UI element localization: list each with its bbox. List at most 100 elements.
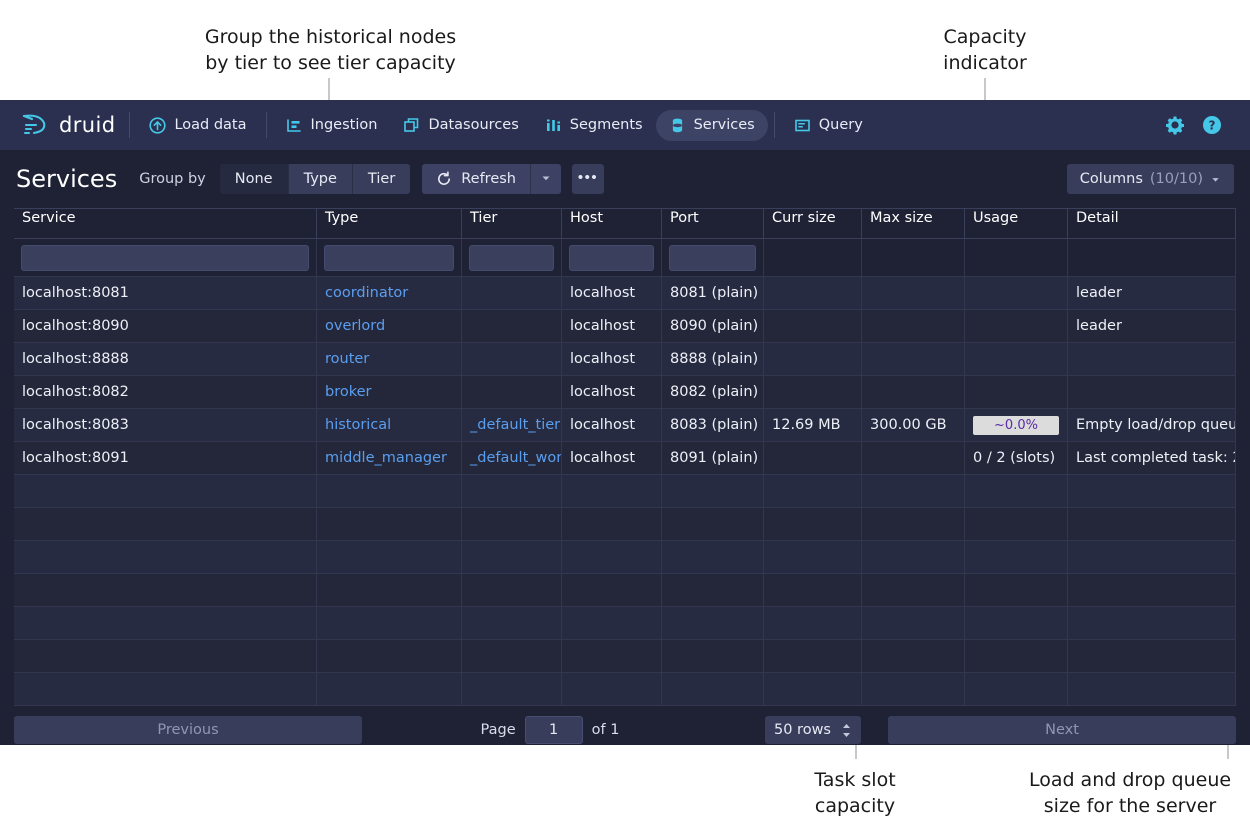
column-header-usage[interactable]: Usage — [965, 209, 1068, 239]
table-row[interactable]: localhost:8083historical_default_tierloc… — [14, 409, 1236, 442]
group-by-label: Group by — [139, 171, 206, 187]
refresh-button[interactable]: Refresh — [422, 164, 531, 194]
filter-input-type[interactable] — [324, 245, 454, 271]
more-options-button[interactable]: ••• — [572, 164, 604, 194]
table-row-empty — [14, 541, 1236, 574]
help-icon[interactable]: ? — [1202, 115, 1222, 135]
service-type-link[interactable]: coordinator — [325, 285, 408, 301]
nav-item-load-data[interactable]: Load data — [136, 110, 259, 141]
table-row[interactable]: localhost:8082brokerlocalhost8082 (plain… — [14, 376, 1236, 409]
column-header-tier[interactable]: Tier — [462, 209, 562, 239]
table-row-empty — [14, 475, 1236, 508]
cell-service: localhost:8081 — [14, 277, 317, 310]
druid-logo[interactable]: druid — [14, 112, 123, 138]
table-row[interactable]: localhost:8081coordinatorlocalhost8081 (… — [14, 277, 1236, 310]
nav-divider — [774, 112, 775, 138]
cell-empty — [14, 541, 317, 574]
group-by-none-button[interactable]: None — [220, 164, 289, 194]
cell-service: localhost:8091 — [14, 442, 317, 475]
chevron-down-icon — [540, 172, 552, 187]
column-header-detail[interactable]: Detail — [1068, 209, 1236, 239]
column-header-host[interactable]: Host — [562, 209, 662, 239]
column-filter-port[interactable] — [662, 239, 764, 277]
filter-input-host[interactable] — [569, 245, 654, 271]
cell-empty — [317, 640, 462, 673]
nav-item-services[interactable]: Services — [656, 110, 768, 141]
rows-per-page-value: 50 rows — [774, 722, 831, 738]
nav-divider — [266, 112, 267, 138]
cell-detail: leader — [1068, 277, 1236, 310]
table-row[interactable]: localhost:8888routerlocalhost8888 (plain… — [14, 343, 1236, 376]
column-header-max-size[interactable]: Max size — [862, 209, 965, 239]
updown-arrows-icon — [841, 723, 852, 738]
nav-item-label: Load data — [174, 117, 246, 133]
cell-port: 8091 (plain) — [662, 442, 764, 475]
columns-button[interactable]: Columns (10/10) — [1067, 164, 1234, 194]
gear-icon[interactable] — [1165, 115, 1185, 135]
column-filter-type[interactable] — [317, 239, 462, 277]
previous-page-button[interactable]: Previous — [14, 716, 362, 744]
column-filter-service[interactable] — [14, 239, 317, 277]
cell-empty — [14, 673, 317, 706]
filter-input-service[interactable] — [21, 245, 309, 271]
nav-item-label: Ingestion — [311, 117, 378, 133]
refresh-button-group: Refresh — [422, 164, 561, 194]
cell-max_size — [862, 343, 965, 376]
column-header-curr-size[interactable]: Curr size — [764, 209, 862, 239]
refresh-label: Refresh — [461, 171, 516, 187]
cell-empty — [462, 574, 562, 607]
cell-empty — [14, 640, 317, 673]
service-type-link[interactable]: middle_manager — [325, 450, 447, 466]
datasources-icon — [403, 117, 420, 134]
table-row[interactable]: localhost:8091 middle_manager _default_wor… — [14, 442, 1236, 475]
next-page-button[interactable]: Next — [888, 716, 1236, 744]
rows-per-page-select[interactable]: 50 rows — [765, 716, 861, 744]
filter-input-tier[interactable] — [469, 245, 554, 271]
service-type-link[interactable]: router — [325, 351, 369, 367]
page-number-input[interactable] — [525, 716, 583, 744]
column-header-type[interactable]: Type — [317, 209, 462, 239]
column-header-service[interactable]: Service — [14, 209, 317, 239]
column-filter-detail — [1068, 239, 1236, 277]
cell-empty — [462, 673, 562, 706]
table-header-row: ServiceTypeTierHostPortCurr sizeMax size… — [14, 209, 1236, 239]
cell-empty — [662, 574, 764, 607]
group-by-button-group: None Type Tier — [220, 164, 410, 194]
nav-item-label: Services — [694, 117, 755, 133]
cell-empty — [862, 607, 965, 640]
refresh-dropdown-button[interactable] — [531, 164, 561, 194]
cell-host: localhost — [562, 310, 662, 343]
service-type-link[interactable]: overlord — [325, 318, 385, 334]
tier-link[interactable]: _default_wor… — [470, 450, 562, 466]
cell-empty — [14, 574, 317, 607]
nav-item-segments[interactable]: Segments — [532, 110, 656, 141]
table-row[interactable]: localhost:8090overlordlocalhost8090 (pla… — [14, 310, 1236, 343]
page-total-label: of 1 — [592, 722, 620, 738]
group-by-type-button[interactable]: Type — [289, 164, 353, 194]
cell-empty — [965, 607, 1068, 640]
cell-empty — [14, 475, 317, 508]
cell-port: 8081 (plain) — [662, 277, 764, 310]
table-row-empty — [14, 640, 1236, 673]
column-filter-tier[interactable] — [462, 239, 562, 277]
service-type-link[interactable]: historical — [325, 417, 391, 433]
service-type-link[interactable]: broker — [325, 384, 371, 400]
tier-link[interactable]: _default_tier — [470, 417, 560, 433]
column-filter-host[interactable] — [562, 239, 662, 277]
cell-port: 8083 (plain) — [662, 409, 764, 442]
cell-empty — [462, 475, 562, 508]
nav-item-label: Segments — [570, 117, 643, 133]
nav-item-datasources[interactable]: Datasources — [390, 110, 531, 141]
cell-empty — [862, 475, 965, 508]
cell-type: coordinator — [317, 277, 462, 310]
nav-item-query[interactable]: Query — [781, 110, 876, 141]
cell-empty — [662, 673, 764, 706]
column-header-port[interactable]: Port — [662, 209, 764, 239]
cell-empty — [317, 475, 462, 508]
cell-empty — [562, 574, 662, 607]
table-row-empty — [14, 673, 1236, 706]
cell-host: localhost — [562, 442, 662, 475]
nav-item-ingestion[interactable]: Ingestion — [273, 110, 391, 141]
filter-input-port[interactable] — [669, 245, 756, 271]
group-by-tier-button[interactable]: Tier — [353, 164, 410, 194]
